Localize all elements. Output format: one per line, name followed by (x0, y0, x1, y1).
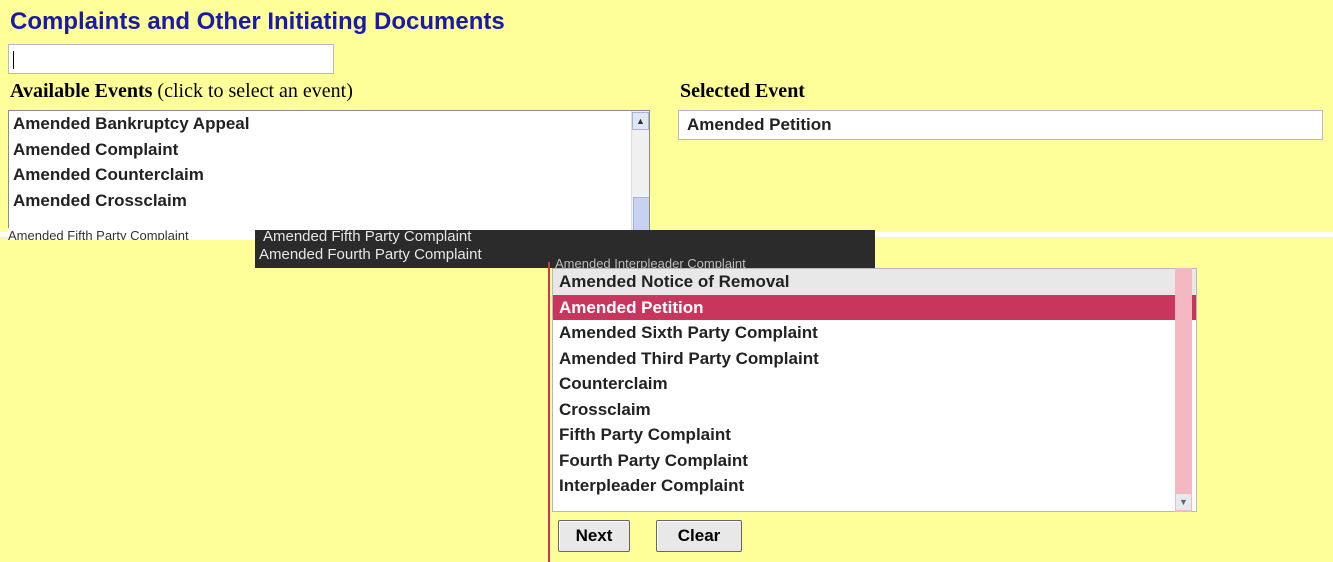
event-filter-input[interactable] (8, 44, 334, 74)
event-option[interactable]: Amended Crossclaim (9, 188, 649, 214)
scroll-up-icon[interactable]: ▲ (632, 112, 649, 130)
event-option[interactable]: Amended Third Party Complaint (553, 346, 1196, 372)
event-option[interactable]: Amended Notice of Removal (553, 269, 1196, 295)
available-events-hint: (click to select an event) (152, 80, 353, 102)
page-title: Complaints and Other Initiating Document… (10, 8, 505, 35)
available-events-list-continued[interactable]: Amended Notice of Removal Amended Petiti… (552, 268, 1197, 512)
event-option-partial: Amended Fifth Party Complaint (8, 228, 268, 240)
event-option-selected[interactable]: Amended Petition (553, 294, 1196, 320)
available-events-heading: Available Events (10, 80, 153, 102)
event-option[interactable]: Fifth Party Complaint (553, 422, 1196, 448)
render-artifact-dark: Amended Fifth Party Complaint Amended Fo… (255, 230, 875, 268)
scrollbar-thumb[interactable] (633, 197, 649, 232)
scroll-down-icon[interactable]: ▼ (1176, 494, 1191, 510)
event-option[interactable]: Amended Counterclaim (9, 162, 649, 188)
render-artifact-line (548, 262, 550, 562)
next-button[interactable]: Next (558, 520, 630, 552)
available-events-label: Available Events (click to select an eve… (10, 80, 353, 103)
available-events-list[interactable]: Amended Bankruptcy Appeal Amended Compla… (8, 110, 650, 232)
garbled-row: Amended Fifth Party Complaint (263, 230, 472, 245)
event-option[interactable]: Amended Bankruptcy Appeal (9, 111, 649, 137)
clear-button[interactable]: Clear (656, 520, 742, 552)
text-caret (13, 51, 14, 69)
event-option[interactable]: Counterclaim (553, 371, 1196, 397)
event-option[interactable]: Crossclaim (553, 397, 1196, 423)
event-option[interactable]: Fourth Party Complaint (553, 448, 1196, 474)
event-option[interactable]: Amended Complaint (9, 137, 649, 163)
selected-event-field[interactable]: Amended Petition (678, 110, 1323, 140)
garbled-row: Amended Fourth Party Complaint (259, 246, 482, 263)
list-scrollbar[interactable]: ▲ (631, 111, 649, 232)
list-scrollbar[interactable]: ▼ (1175, 268, 1192, 512)
event-option[interactable]: Interpleader Complaint (553, 473, 1196, 499)
selected-event-label: Selected Event (680, 80, 805, 102)
garbled-row: Amended Interpleader Complaint (555, 256, 746, 268)
event-option[interactable]: Amended Sixth Party Complaint (553, 320, 1196, 346)
